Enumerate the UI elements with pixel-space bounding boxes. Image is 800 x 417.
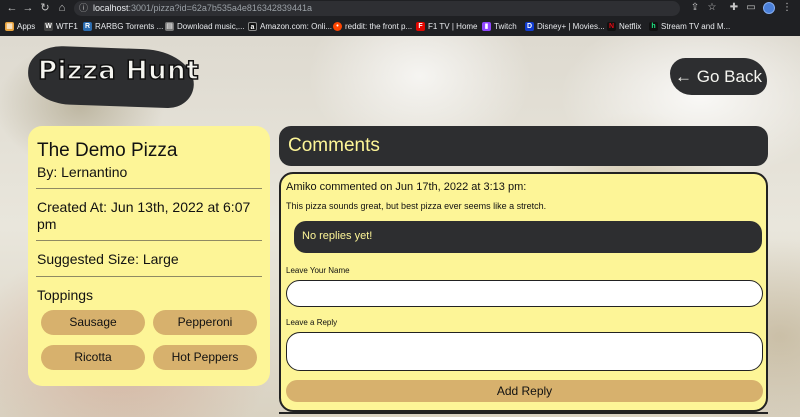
comments-header: Comments xyxy=(279,126,768,166)
info-icon[interactable]: ⓘ xyxy=(79,2,88,15)
site-logo[interactable]: Pizza Hunt xyxy=(37,55,199,87)
side-panel-icon[interactable]: ▭ xyxy=(745,2,757,14)
bookmark-wtf1[interactable]: W WTF1 xyxy=(44,18,78,35)
bookmark-hulu[interactable]: h Stream TV and M... xyxy=(649,18,730,35)
bookmark-apps[interactable]: ▦ Apps xyxy=(5,18,35,35)
topping-badge: Hot Peppers xyxy=(153,345,257,370)
bookmark-disney[interactable]: D Disney+ | Movies... xyxy=(525,18,605,35)
home-icon[interactable]: ⌂ xyxy=(56,2,68,14)
apps-grid-icon: ▦ xyxy=(5,22,14,31)
extensions-icon[interactable]: ✚ xyxy=(728,2,740,14)
f1-icon: F xyxy=(416,22,425,31)
divider xyxy=(36,240,262,241)
no-replies-text: No replies yet! xyxy=(302,230,373,242)
topping-badge: Ricotta xyxy=(41,345,145,370)
pizza-details-card: The Demo Pizza By: Lernantino Created At… xyxy=(28,126,270,386)
menu-kebab-icon[interactable]: ⋮ xyxy=(781,2,793,14)
pizza-name: The Demo Pizza xyxy=(37,140,178,161)
browser-chrome: ← → ↻ ⌂ ⓘ localhost:3001/pizza?id=62a7b5… xyxy=(0,0,800,50)
next-comment-card-edge xyxy=(279,412,768,417)
comments-title: Comments xyxy=(288,135,380,156)
forward-arrow-icon[interactable]: → xyxy=(22,2,34,14)
twitch-icon: ▮ xyxy=(482,22,491,31)
reply-label: Leave a Reply xyxy=(286,318,338,327)
bookmark-f1tv[interactable]: F F1 TV | Home xyxy=(416,18,478,35)
name-label: Leave Your Name xyxy=(286,266,350,275)
rarbg-icon: R xyxy=(83,22,92,31)
toppings-heading: Toppings xyxy=(37,287,94,303)
bookmark-download-music[interactable]: ▤ Download music,... xyxy=(165,18,245,35)
hulu-icon: h xyxy=(649,22,658,31)
netflix-icon: N xyxy=(607,22,616,31)
url-text: localhost:3001/pizza?id=62a7b535a4e81634… xyxy=(93,3,312,13)
go-back-button[interactable]: ← Go Back xyxy=(670,58,767,95)
comment-meta: Amiko commented on Jun 17th, 2022 at 3:1… xyxy=(286,181,527,193)
divider xyxy=(36,276,262,277)
bookmark-twitch[interactable]: ▮ Twitch xyxy=(482,18,517,35)
back-arrow-icon[interactable]: ← xyxy=(6,2,18,14)
page-content: Pizza Hunt ← Go Back The Demo Pizza By: … xyxy=(0,36,800,417)
wtf1-icon: W xyxy=(44,22,53,31)
amazon-icon: a xyxy=(248,22,257,31)
topping-badge: Pepperoni xyxy=(153,310,257,335)
share-icon[interactable]: ⇪ xyxy=(689,2,701,14)
address-bar[interactable]: ⓘ localhost:3001/pizza?id=62a7b535a4e816… xyxy=(74,1,680,16)
profile-avatar[interactable] xyxy=(763,2,775,14)
bookmark-rarbg[interactable]: R RARBG Torrents ... xyxy=(83,18,163,35)
address-row: ← → ↻ ⌂ ⓘ localhost:3001/pizza?id=62a7b5… xyxy=(0,0,800,17)
bookmarks-bar: ▦ Apps W WTF1 R RARBG Torrents ... ▤ Dow… xyxy=(0,18,800,50)
pizza-created-at: Created At: Jun 13th, 2022 at 6:07 pm xyxy=(37,199,251,232)
bookmark-star-icon[interactable]: ☆ xyxy=(706,2,718,14)
comment-body: This pizza sounds great, but best pizza … xyxy=(286,201,547,211)
pizza-size: Suggested Size: Large xyxy=(37,251,179,267)
bookmark-netflix[interactable]: N Netflix xyxy=(607,18,641,35)
comment-card: Amiko commented on Jun 17th, 2022 at 3:1… xyxy=(279,172,768,412)
add-reply-button[interactable]: Add Reply xyxy=(286,380,763,402)
reply-name-input[interactable] xyxy=(286,280,763,307)
reply-text-input[interactable] xyxy=(286,332,763,371)
topping-badge: Sausage xyxy=(41,310,145,335)
bookmark-amazon[interactable]: a Amazon.com: Onli... xyxy=(248,18,332,35)
divider xyxy=(36,188,262,189)
reload-icon[interactable]: ↻ xyxy=(39,2,51,14)
pizza-author: By: Lernantino xyxy=(37,164,128,180)
bookmark-reddit[interactable]: • reddit: the front p... xyxy=(333,18,412,35)
reddit-icon: • xyxy=(333,22,342,31)
disney-icon: D xyxy=(525,22,534,31)
replies-box: No replies yet! xyxy=(294,221,762,253)
music-icon: ▤ xyxy=(165,22,174,31)
